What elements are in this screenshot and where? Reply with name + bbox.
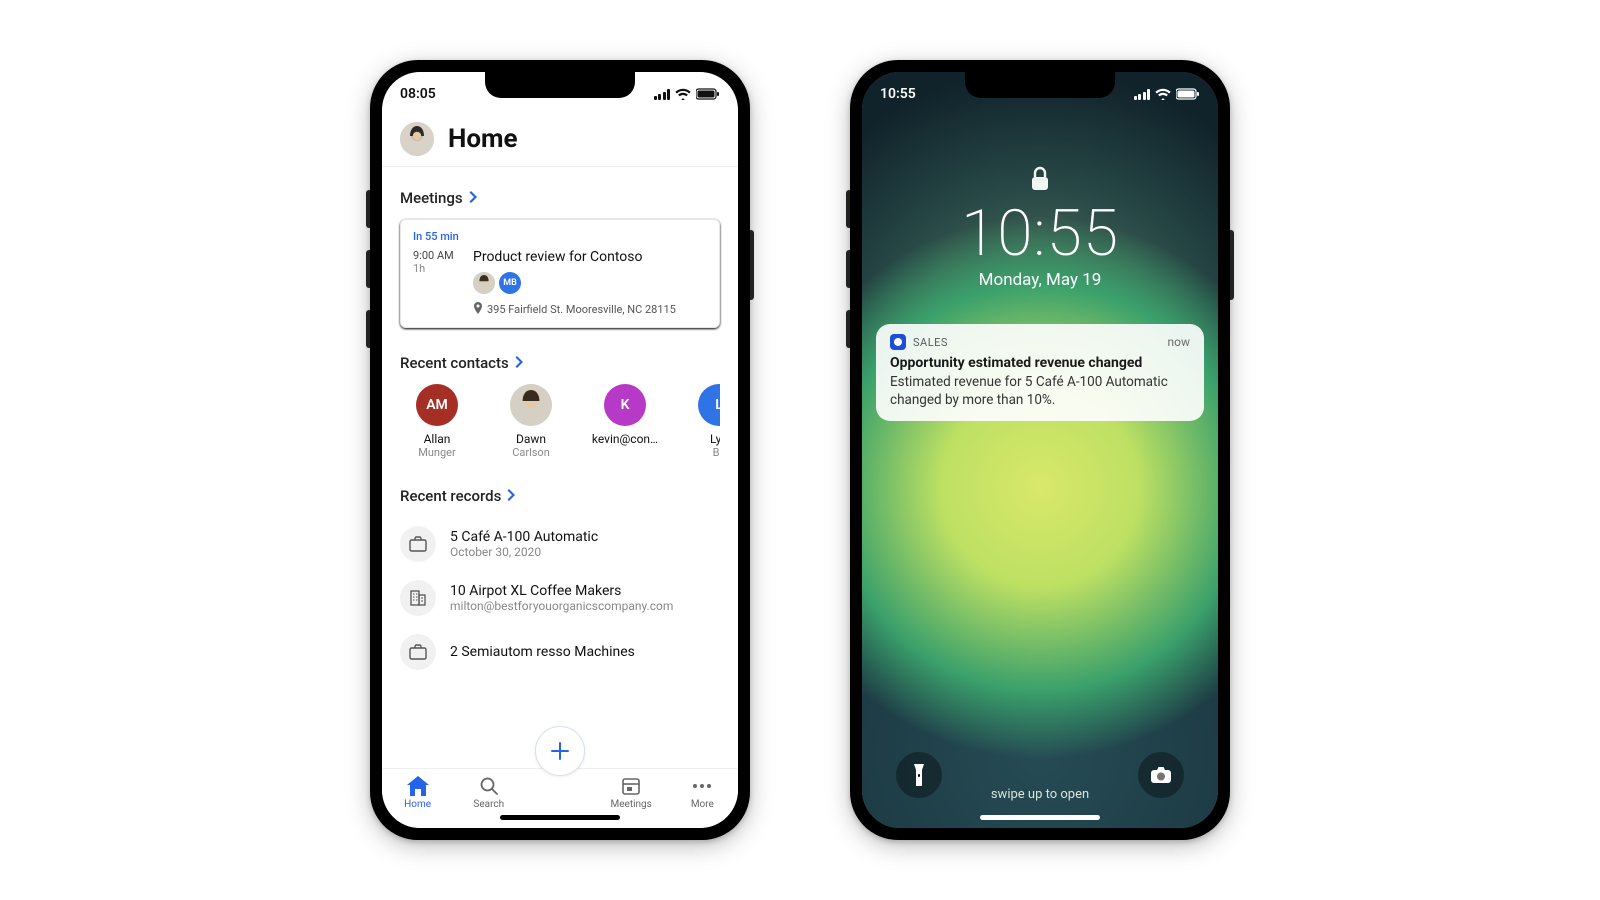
attendee-avatar (473, 272, 495, 294)
home-indicator[interactable] (500, 815, 620, 820)
stage: 08:05 Home (0, 0, 1600, 900)
add-fab[interactable] (535, 726, 585, 776)
flashlight-button[interactable] (896, 752, 942, 798)
contact-avatar: L (698, 384, 720, 426)
record-item[interactable]: 2 Semiautom resso Machines (400, 625, 720, 679)
records-list: 5 Café A-100 Automatic October 30, 2020 … (400, 517, 720, 679)
wifi-icon (675, 88, 691, 100)
more-icon (692, 775, 712, 797)
scroll-area[interactable]: Meetings In 55 min 9:00 AM 1h (382, 167, 738, 769)
phone-left-screen: 08:05 Home (382, 72, 738, 828)
status-time: 08:05 (400, 86, 436, 102)
lock-date: Monday, May 19 (862, 270, 1218, 290)
location-pin-icon (473, 302, 483, 317)
record-title: 2 Semiautom resso Machines (450, 644, 635, 660)
record-title: 5 Café A-100 Automatic (450, 529, 598, 545)
lock-icon (1030, 177, 1050, 196)
notification-title: Opportunity estimated revenue changed (890, 355, 1190, 371)
section-meetings-label: Meetings (400, 189, 463, 207)
phone-right: 10:55 10:55 (850, 60, 1230, 840)
contact-avatar: AM (416, 384, 458, 426)
briefcase-icon (400, 634, 436, 670)
nav-more-label: More (691, 799, 714, 810)
search-icon (479, 775, 499, 797)
nav-search-label: Search (473, 799, 504, 810)
phone-right-screen: 10:55 10:55 (862, 72, 1218, 828)
nav-more[interactable]: More (672, 775, 732, 810)
building-icon (400, 580, 436, 616)
contact-name2: Munger (400, 446, 474, 459)
contact-name2: Ba (682, 446, 720, 459)
record-title: 10 Airpot XL Coffee Makers (450, 583, 673, 599)
attendee-initials: MB (499, 272, 521, 294)
notification-when: now (1168, 335, 1191, 349)
nav-home[interactable]: Home (388, 775, 448, 810)
app-header: Home (382, 116, 738, 167)
record-sub: October 30, 2020 (450, 545, 598, 559)
page-title: Home (448, 124, 518, 154)
notch (485, 72, 635, 98)
signal-icon (654, 89, 671, 100)
meeting-duration: 1h (413, 262, 463, 275)
meeting-location-row: 395 Fairfield St. Mooresville, NC 28115 (473, 302, 707, 317)
section-meetings[interactable]: Meetings (400, 189, 720, 207)
contact-name: kevin@con… (588, 432, 662, 446)
home-indicator[interactable] (980, 815, 1100, 820)
record-item[interactable]: 10 Airpot XL Coffee Makers milton@bestfo… (400, 571, 720, 625)
nav-search[interactable]: Search (459, 775, 519, 810)
battery-icon (696, 88, 720, 100)
contact-name: Allan (400, 432, 474, 446)
contact-item[interactable]: L Lyd Ba (682, 384, 720, 459)
section-records-label: Recent records (400, 487, 501, 505)
record-item[interactable]: 5 Café A-100 Automatic October 30, 2020 (400, 517, 720, 571)
chevron-right-icon (469, 189, 478, 207)
notch (965, 72, 1115, 98)
meeting-card[interactable]: In 55 min 9:00 AM 1h Product review for … (400, 219, 720, 328)
notification-card[interactable]: SALES now Opportunity estimated revenue … (876, 324, 1204, 421)
signal-icon (1134, 89, 1151, 100)
meeting-badge: In 55 min (413, 230, 707, 243)
calendar-icon (621, 775, 641, 797)
notification-header: SALES now (890, 334, 1190, 350)
profile-avatar[interactable] (400, 122, 434, 156)
app-content: Home Meetings In 55 min 9: (382, 116, 738, 828)
meeting-start: 9:00 AM (413, 249, 463, 262)
contact-item[interactable]: K kevin@con… (588, 384, 662, 459)
lock-bottom (862, 752, 1218, 798)
notification-body: Estimated revenue for 5 Café A-100 Autom… (890, 373, 1190, 409)
contact-name2: Carlson (494, 446, 568, 459)
status-time: 10:55 (880, 86, 916, 102)
chevron-right-icon (507, 487, 516, 505)
meeting-time: 9:00 AM 1h (413, 249, 463, 317)
phone-left: 08:05 Home (370, 60, 750, 840)
section-records[interactable]: Recent records (400, 487, 720, 505)
contact-name: Lyd (682, 432, 720, 446)
meeting-attendees: MB (473, 272, 707, 294)
contact-item[interactable]: AM Allan Munger (400, 384, 474, 459)
nav-meetings[interactable]: Meetings (601, 775, 661, 810)
lock-time: 10:55 (862, 202, 1218, 266)
home-icon (407, 775, 429, 797)
record-sub: milton@bestforyouorganicscompany.com (450, 599, 673, 613)
lockscreen[interactable]: 10:55 10:55 (862, 72, 1218, 828)
nav-home-label: Home (404, 799, 431, 810)
battery-icon (1176, 88, 1200, 100)
nav-meetings-label: Meetings (610, 799, 651, 810)
section-contacts[interactable]: Recent contacts (400, 354, 720, 372)
contacts-row[interactable]: AM Allan Munger Dawn Carlson (400, 384, 720, 459)
camera-button[interactable] (1138, 752, 1184, 798)
wifi-icon (1155, 88, 1171, 100)
contact-avatar (510, 384, 552, 426)
chevron-right-icon (515, 354, 524, 372)
briefcase-icon (400, 526, 436, 562)
contact-item[interactable]: Dawn Carlson (494, 384, 568, 459)
meeting-title: Product review for Contoso (473, 249, 707, 265)
meeting-location: 395 Fairfield St. Mooresville, NC 28115 (487, 303, 676, 316)
contact-name: Dawn (494, 432, 568, 446)
contact-avatar: K (604, 384, 646, 426)
lock-top: 10:55 Monday, May 19 (862, 116, 1218, 290)
notification-app-icon (890, 334, 906, 350)
section-contacts-label: Recent contacts (400, 354, 509, 372)
notification-app: SALES (913, 336, 948, 349)
